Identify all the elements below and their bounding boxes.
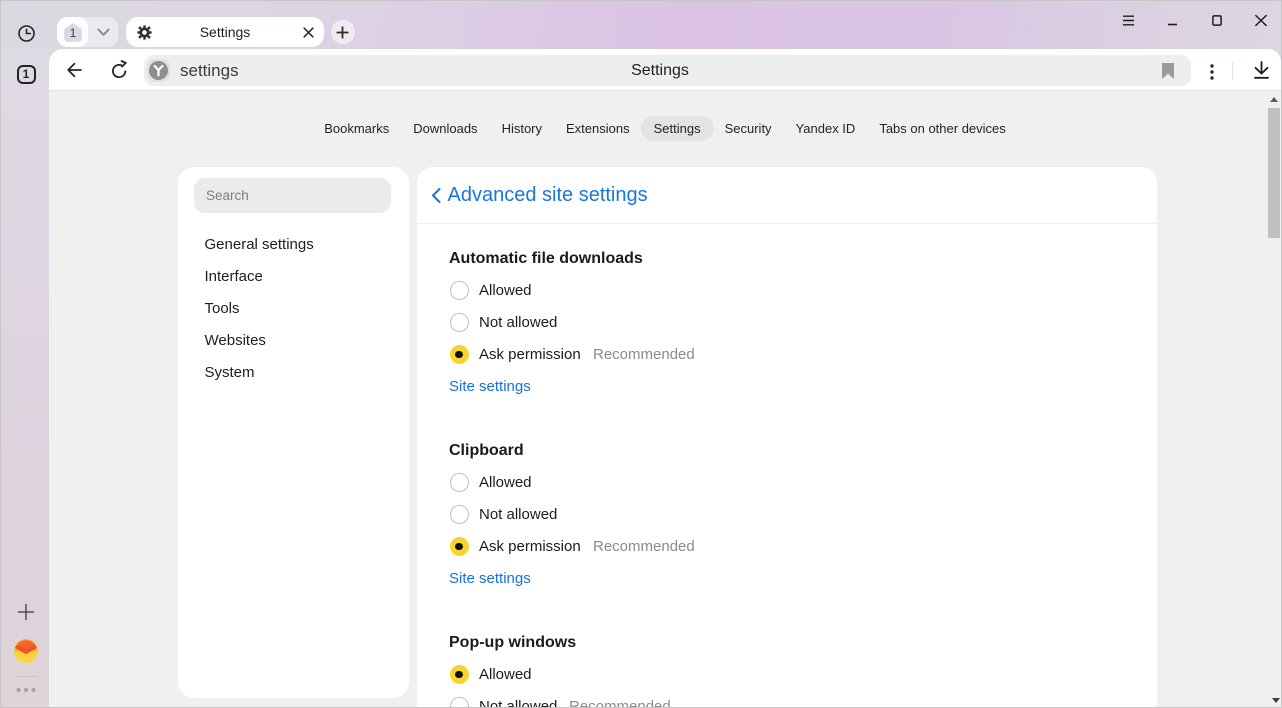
svg-text:1: 1	[69, 26, 76, 40]
